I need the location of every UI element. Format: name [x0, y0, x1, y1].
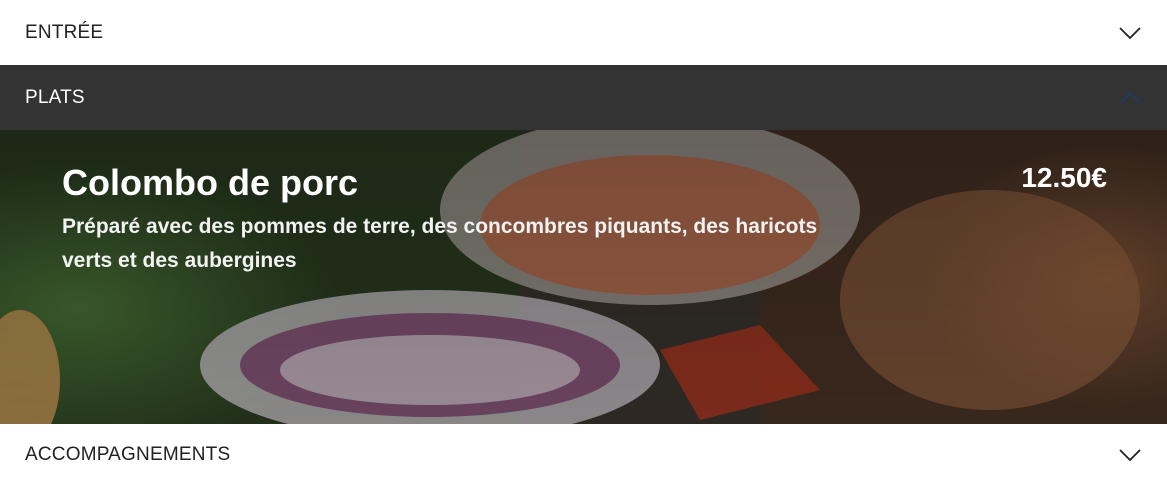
menu-accordion: ENTRÉE PLATS Colombo de porc Préparé ave… [0, 0, 1167, 486]
section-title-entree: ENTRÉE [25, 21, 104, 43]
chevron-down-icon [1118, 26, 1142, 40]
section-header-entree[interactable]: ENTRÉE [0, 0, 1167, 65]
chevron-up-icon [1118, 91, 1142, 105]
chevron-down-icon [1118, 448, 1142, 462]
dish-name: Colombo de porc [62, 162, 358, 203]
dish-price: 12.50€ [1021, 162, 1107, 193]
section-header-plats[interactable]: PLATS [0, 65, 1167, 130]
dish-description: Préparé avec des pommes de terre, des co… [62, 215, 818, 272]
section-header-accompagnements[interactable]: ACCOMPAGNEMENTS [0, 424, 1167, 486]
section-title-plats: PLATS [25, 86, 85, 108]
dish-item: Colombo de porc Préparé avec des pommes … [62, 162, 1107, 278]
section-title-accompagnements: ACCOMPAGNEMENTS [25, 444, 231, 465]
section-content-plats: Colombo de porc Préparé avec des pommes … [0, 130, 1167, 424]
